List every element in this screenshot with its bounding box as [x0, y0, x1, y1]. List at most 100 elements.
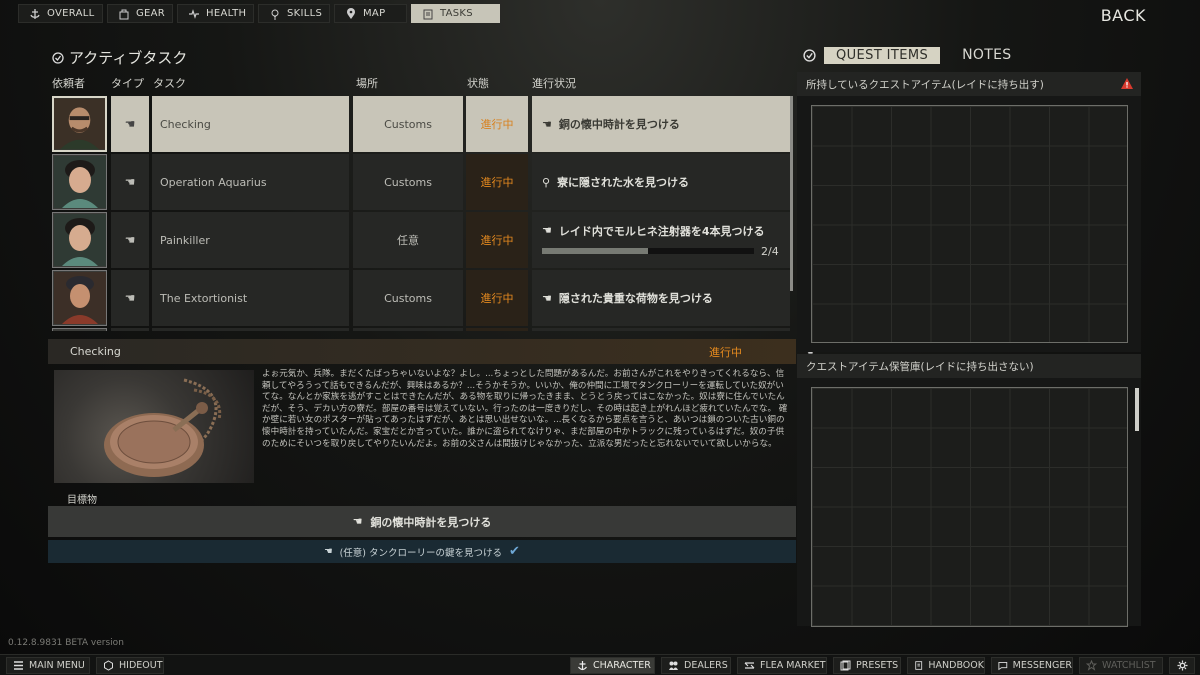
- task-name: Checking: [152, 96, 349, 152]
- col-type[interactable]: タイプ: [111, 75, 144, 91]
- map-pin-icon: [347, 7, 355, 19]
- trader-avatar: [52, 328, 107, 331]
- hand-icon: ☚: [352, 515, 363, 528]
- settings-icon: [1177, 660, 1188, 671]
- task-row[interactable]: ☚ Painkiller 任意 進行中 ☚ レイド内でモルヒネ注射器を4本見つけ…: [52, 212, 792, 268]
- hand-icon: ☚: [324, 546, 333, 557]
- tasks-screen: OVERALL GEAR HEALTH SKILLS MAP TASKS BAC…: [0, 0, 1200, 675]
- tab-map[interactable]: MAP: [334, 4, 407, 23]
- tab-skills[interactable]: SKILLS: [258, 4, 330, 23]
- top-nav: OVERALL GEAR HEALTH SKILLS MAP TASKS BAC…: [0, 0, 1200, 27]
- col-task[interactable]: タスク: [153, 75, 186, 91]
- hand-icon: ☚: [124, 291, 136, 305]
- owned-quest-items-header: 所持しているクエストアイテム(レイドに持ち出す): [797, 72, 1141, 96]
- dealers-icon: [669, 661, 678, 670]
- col-progress[interactable]: 進行状況: [532, 75, 576, 91]
- task-list: ☚ Checking Customs 進行中 ☚ 銅の懐中時計を見つける ☚ O…: [52, 96, 792, 331]
- col-location[interactable]: 場所: [356, 75, 378, 91]
- tab-notes[interactable]: NOTES: [962, 47, 1011, 63]
- task-status: 進行中: [466, 270, 528, 326]
- trader-avatar-therapist: [52, 154, 107, 210]
- watchlist-label: WATCHLIST: [1102, 660, 1156, 671]
- character-label: CHARACTER: [593, 660, 651, 671]
- task-location: 任意: [353, 212, 463, 268]
- quest-stash-grid[interactable]: [811, 387, 1128, 627]
- detail-task-name: Checking: [70, 345, 121, 358]
- checkmark-circle-icon: [52, 51, 64, 64]
- watchlist-button[interactable]: WATCHLIST: [1079, 657, 1163, 674]
- hideout-label: HIDEOUT: [119, 660, 163, 671]
- tab-map-label: MAP: [363, 8, 386, 19]
- task-objective: 銅の懐中時計を見つける: [558, 118, 680, 131]
- checkmark-icon: ✔: [509, 544, 520, 559]
- progress-bar: [542, 248, 754, 254]
- heartbeat-icon: [189, 8, 199, 19]
- task-location: [353, 328, 463, 331]
- tab-tasks[interactable]: TASKS: [411, 4, 500, 23]
- owned-quest-items-title: 所持しているクエストアイテム(レイドに持ち出す): [806, 78, 1044, 91]
- flea-market-button[interactable]: FLEA MARKET: [737, 657, 827, 674]
- progress-count: 2/4: [761, 244, 779, 258]
- presets-button[interactable]: PRESETS: [833, 657, 901, 674]
- trader-avatar-skier: [52, 270, 107, 326]
- task-row[interactable]: ☚ Operation Aquarius Customs 進行中 ⚲ 寮に隠され…: [52, 154, 792, 210]
- hand-icon: ☚: [542, 291, 552, 305]
- hand-icon: ☚: [542, 224, 552, 237]
- checkmark-circle-icon: [803, 48, 816, 62]
- dealers-label: DEALERS: [684, 660, 728, 671]
- tab-health[interactable]: HEALTH: [177, 4, 254, 23]
- progress-bar-fill: [542, 248, 648, 254]
- task-progress: ⚲ 寮に隠された水を見つける: [532, 154, 790, 210]
- task-progress: [532, 328, 790, 331]
- bottom-nav: MAIN MENU HIDEOUT CHARACTER DEALERS FLEA…: [0, 654, 1200, 675]
- presets-label: PRESETS: [856, 660, 899, 671]
- owned-items-grid[interactable]: [811, 105, 1128, 343]
- task-row[interactable]: ☚ Checking Customs 進行中 ☚ 銅の懐中時計を見つける: [52, 96, 792, 152]
- task-detail-header: Checking 進行中 ☚ 回収: [48, 339, 827, 365]
- task-progress: ☚ 銅の懐中時計を見つける: [532, 96, 790, 152]
- main-menu-button[interactable]: MAIN MENU: [6, 657, 90, 674]
- task-row[interactable]: ☚ The Extortionist Customs 進行中 ☚ 隠された貴重な…: [52, 270, 792, 326]
- character-icon: [578, 661, 587, 671]
- settings-button[interactable]: [1169, 657, 1195, 674]
- tab-quest-items[interactable]: QUEST ITEMS: [824, 46, 941, 64]
- clipboard-icon: [423, 9, 433, 19]
- handbook-icon: [915, 661, 923, 670]
- task-type-cell: ☚: [111, 212, 149, 268]
- dealers-button[interactable]: DEALERS: [661, 657, 731, 674]
- objective-text: (任意) タンクローリーの鍵を見つける: [339, 547, 503, 559]
- tab-gear[interactable]: GEAR: [107, 4, 173, 23]
- objective-text: 銅の懐中時計を見つける: [370, 515, 492, 529]
- task-row[interactable]: [52, 328, 792, 331]
- objectives-label: 目標物: [67, 495, 97, 506]
- task-type-cell: [111, 328, 149, 331]
- detail-task-status: 進行中: [709, 345, 742, 359]
- trader-avatar-therapist: [52, 212, 107, 268]
- messenger-button[interactable]: MESSENGER: [991, 657, 1073, 674]
- task-status: [466, 328, 528, 331]
- task-location: Customs: [353, 154, 463, 210]
- col-status[interactable]: 状態: [467, 75, 489, 91]
- tab-health-label: HEALTH: [206, 8, 247, 19]
- back-button[interactable]: BACK: [1101, 6, 1146, 25]
- task-list-scrollbar[interactable]: [790, 96, 793, 291]
- handbook-button[interactable]: HANDBOOK: [907, 657, 985, 674]
- quest-stash-scrollbar[interactable]: [1135, 388, 1139, 431]
- task-status: 進行中: [466, 212, 528, 268]
- hideout-icon: [104, 660, 113, 671]
- tab-overall[interactable]: OVERALL: [18, 4, 103, 23]
- objective-row: ☚ 銅の懐中時計を見つける: [48, 506, 796, 537]
- task-progress-line: 2/4: [542, 245, 779, 258]
- col-giver[interactable]: 依頼者: [52, 75, 85, 91]
- hand-icon: ☚: [124, 117, 136, 131]
- anchor-icon: [30, 8, 40, 19]
- task-status: 進行中: [466, 96, 528, 152]
- task-name: The Extortionist: [152, 270, 349, 326]
- task-progress: ☚ 隠された貴重な荷物を見つける: [532, 270, 790, 326]
- task-name: Operation Aquarius: [152, 154, 349, 210]
- hideout-button[interactable]: HIDEOUT: [96, 657, 164, 674]
- watchlist-icon: [1086, 660, 1097, 671]
- character-button[interactable]: CHARACTER: [570, 657, 655, 674]
- messenger-icon: [998, 661, 1008, 671]
- task-location: Customs: [353, 270, 463, 326]
